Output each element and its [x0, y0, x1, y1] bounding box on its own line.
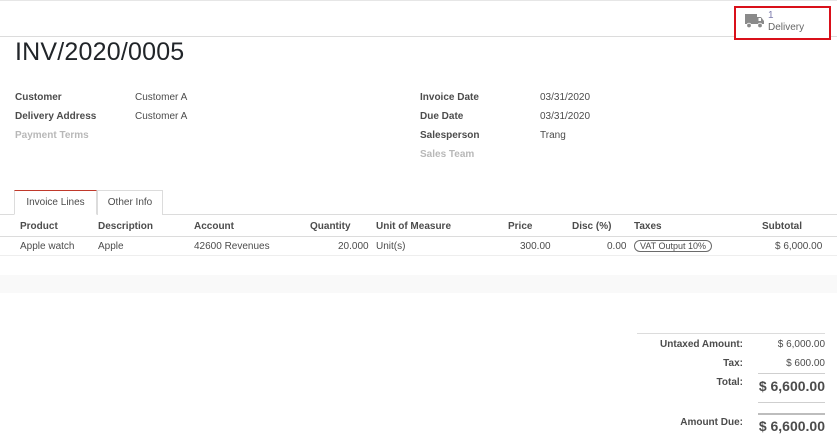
delivery-smart-button[interactable]: 1 Delivery [734, 6, 831, 40]
cell-price[interactable]: 300.00 [520, 241, 551, 252]
untaxed-amount-value: $ 6,000.00 [777, 339, 825, 350]
amount-due-divider [758, 413, 825, 415]
delivery-label: Delivery [768, 22, 805, 33]
col-description[interactable]: Description [98, 221, 153, 232]
control-panel: 1 Delivery [0, 0, 837, 40]
col-subtotal[interactable]: Subtotal [762, 221, 802, 232]
col-product[interactable]: Product [20, 221, 58, 232]
tax-label: Tax: [723, 358, 743, 369]
total-divider [758, 373, 825, 374]
salesperson-field[interactable]: Trang [540, 130, 566, 141]
tax-value: $ 600.00 [786, 358, 825, 369]
total-value: $ 6,600.00 [758, 378, 825, 394]
invoice-date-label: Invoice Date [420, 92, 479, 103]
empty-row[interactable] [0, 275, 837, 293]
cell-quantity[interactable]: 20.000 [338, 241, 369, 252]
amount-due-value: $ 6,600.00 [758, 418, 825, 434]
empty-row[interactable] [0, 257, 837, 275]
due-date-field[interactable]: 03/31/2020 [540, 111, 590, 122]
untaxed-amount-label: Untaxed Amount: [660, 339, 743, 350]
invoice-number: INV/2020/0005 [15, 38, 185, 66]
cell-subtotal: $ 6,000.00 [775, 241, 823, 252]
due-date-label: Due Date [420, 111, 464, 122]
sales-team-label: Sales Team [420, 149, 475, 160]
payment-terms-label: Payment Terms [15, 130, 89, 141]
customer-label: Customer [15, 92, 62, 103]
delivery-address-label: Delivery Address [15, 111, 97, 122]
col-price[interactable]: Price [508, 221, 532, 232]
invoice-date-field[interactable]: 03/31/2020 [540, 92, 590, 103]
col-quantity[interactable]: Quantity [310, 221, 351, 232]
tax-tag[interactable]: VAT Output 10% [634, 240, 713, 252]
delivery-address-field[interactable]: Customer A [135, 111, 187, 122]
cell-uom[interactable]: Unit(s) [376, 241, 405, 252]
col-disc[interactable]: Disc (%) [572, 221, 611, 232]
tab-invoice-lines[interactable]: Invoice Lines [14, 190, 97, 215]
total-underline [758, 402, 825, 403]
delivery-count: 1 [768, 10, 774, 21]
cell-description[interactable]: Apple [98, 241, 124, 252]
col-unit-of-measure[interactable]: Unit of Measure [376, 221, 451, 232]
salesperson-label: Salesperson [420, 130, 480, 141]
cell-account[interactable]: 42600 Revenues [194, 241, 270, 252]
col-account[interactable]: Account [194, 221, 234, 232]
truck-icon [745, 14, 764, 29]
cell-product[interactable]: Apple watch [20, 241, 74, 252]
tab-other-info[interactable]: Other Info [97, 190, 163, 215]
customer-field[interactable]: Customer A [135, 92, 187, 103]
cell-disc[interactable]: 0.00 [607, 241, 626, 252]
col-taxes[interactable]: Taxes [634, 221, 662, 232]
totals-divider [637, 333, 825, 334]
